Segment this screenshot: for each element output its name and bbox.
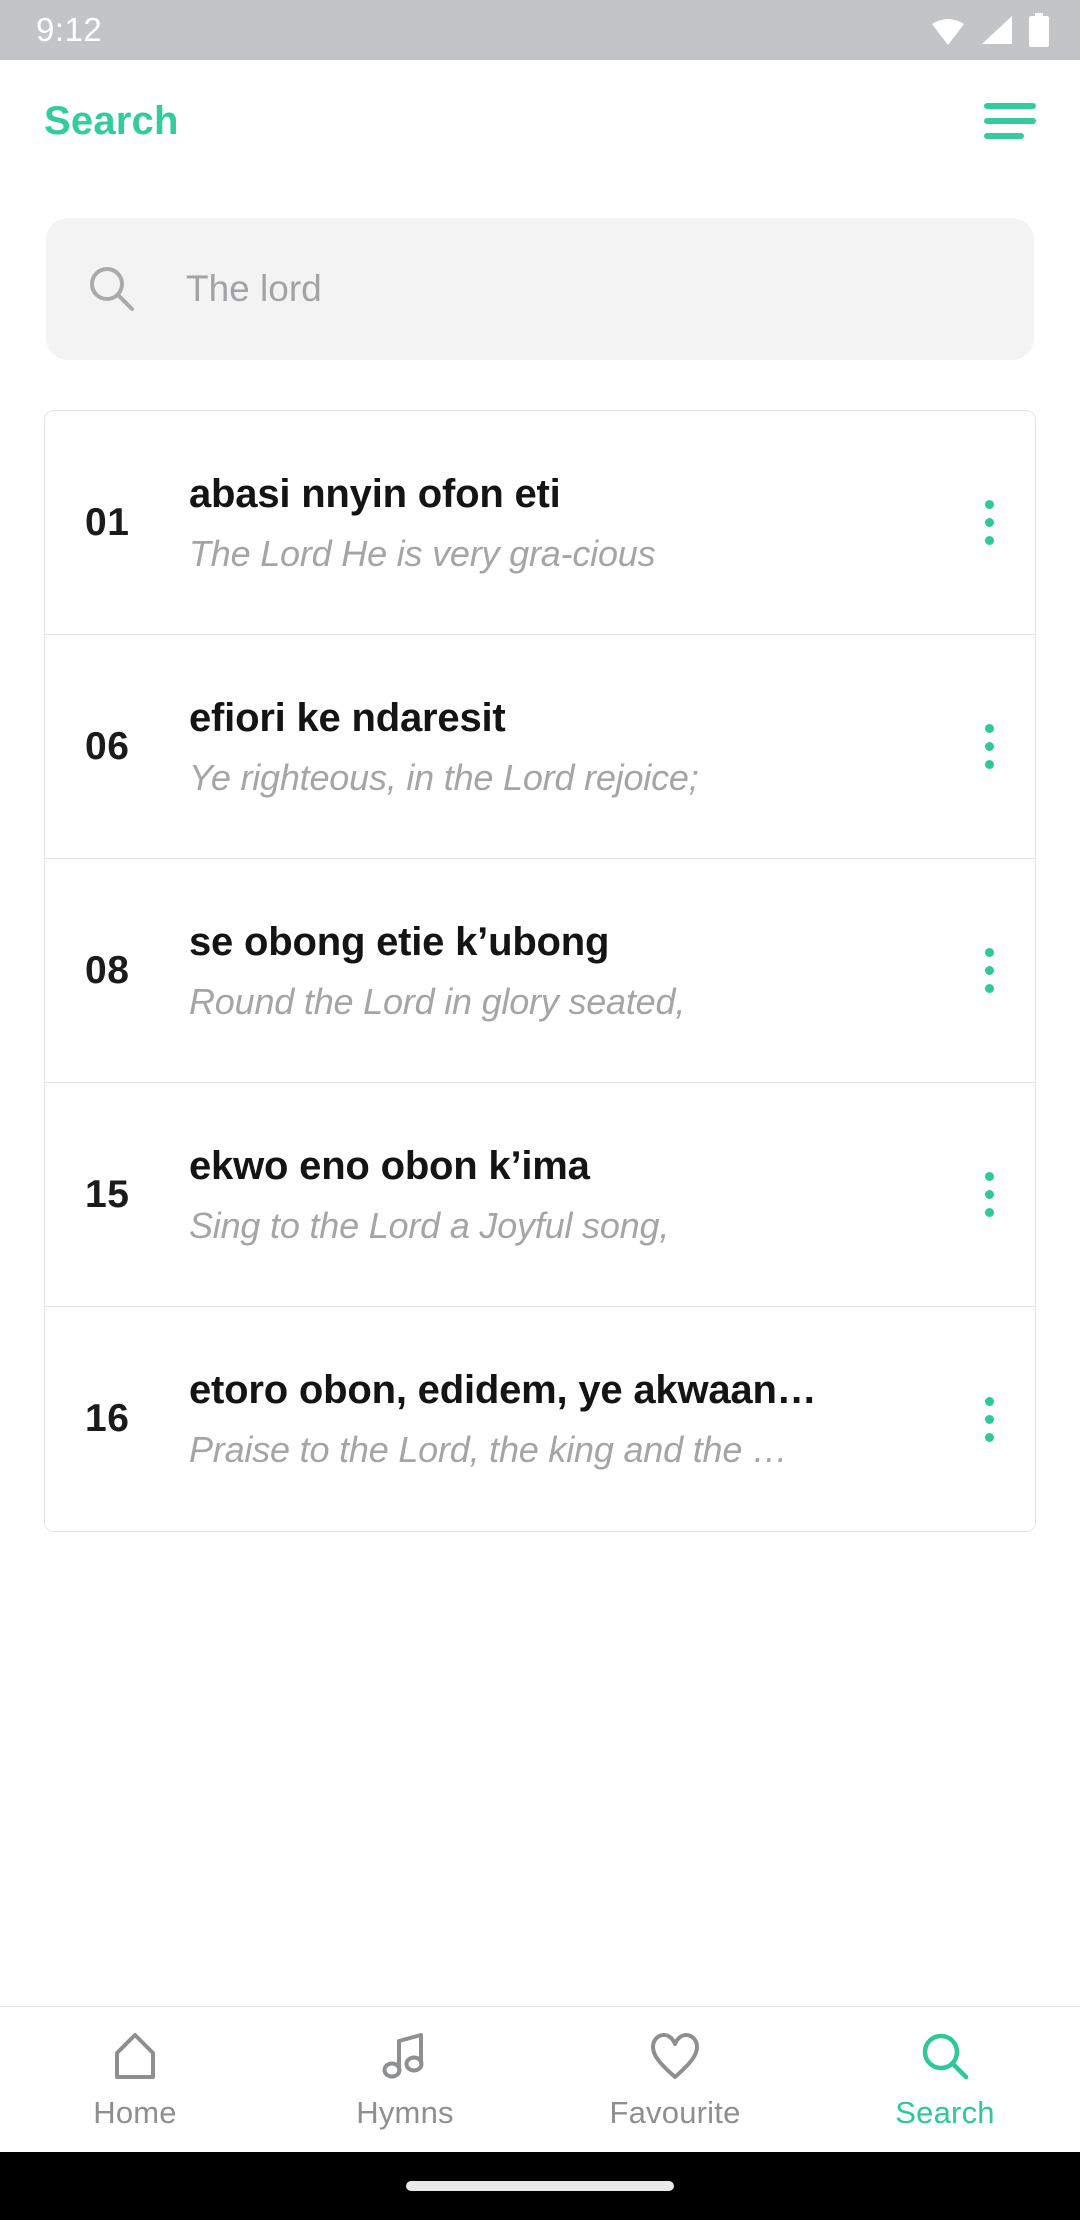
hamburger-menu-icon[interactable] xyxy=(984,103,1036,139)
table-row[interactable]: 06 efiori ke ndaresit Ye righteous, in t… xyxy=(45,635,1035,859)
hymn-number: 15 xyxy=(85,1172,130,1216)
hymn-subtitle: Praise to the Lord, the king and the … xyxy=(189,1429,788,1471)
nav-item-hymns[interactable]: Hymns xyxy=(270,2007,540,2152)
bottom-navigation: Home Hymns Favourite Search xyxy=(0,2006,1080,2152)
gesture-pill[interactable] xyxy=(406,2181,674,2191)
hymn-subtitle: Sing to the Lord a Joyful song, xyxy=(189,1204,670,1246)
hymn-number: 16 xyxy=(85,1397,130,1440)
nav-item-favourite[interactable]: Favourite xyxy=(540,2007,810,2152)
table-row[interactable]: 16 etoro obon, edidem, ye akwaan… Praise… xyxy=(45,1307,1035,1531)
hymn-number: 08 xyxy=(85,948,130,992)
home-icon xyxy=(115,2032,155,2079)
hymn-number: 01 xyxy=(85,500,130,544)
search-icon xyxy=(922,2033,969,2079)
hymn-text-block: etoro obon, edidem, ye akwaan… Praise to… xyxy=(189,1367,943,1470)
app-bar: Search xyxy=(0,60,1080,182)
nav-label-search: Search xyxy=(895,2094,995,2130)
table-row[interactable]: 15 ekwo eno obon k’ima Sing to the Lord … xyxy=(45,1083,1035,1307)
status-icon-group xyxy=(930,13,1050,47)
nav-label-home: Home xyxy=(93,2094,177,2130)
hymn-title: ekwo eno obon k’ima xyxy=(189,1143,590,1188)
hymn-subtitle: Round the Lord in glory seated, xyxy=(189,980,686,1022)
hymn-subtitle: The Lord He is very gra-cious xyxy=(189,532,656,574)
nav-item-home[interactable]: Home xyxy=(0,2007,270,2152)
page-title: Search xyxy=(44,98,179,143)
more-vertical-icon[interactable] xyxy=(943,1307,1035,1531)
music-note-icon xyxy=(382,2032,424,2078)
hymn-text-block: se obong etie k’ubong Round the Lord in … xyxy=(189,919,943,1022)
hymn-text-block: abasi nnyin ofon eti The Lord He is very… xyxy=(189,471,943,574)
more-vertical-icon[interactable] xyxy=(943,859,1035,1082)
search-input-value: The lord xyxy=(186,268,322,309)
nav-label-favourite: Favourite xyxy=(609,2094,741,2130)
hymn-title: abasi nnyin ofon eti xyxy=(189,471,561,516)
gesture-navigation-bar xyxy=(0,2152,1080,2220)
table-row[interactable]: 01 abasi nnyin ofon eti The Lord He is v… xyxy=(45,411,1035,635)
search-input[interactable]: The lord xyxy=(46,218,1034,360)
hymn-title: efiori ke ndaresit xyxy=(189,695,506,740)
hymn-subtitle: Ye righteous, in the Lord rejoice; xyxy=(189,756,699,798)
search-results-area[interactable]: 01 abasi nnyin ofon eti The Lord He is v… xyxy=(0,360,1080,2006)
search-section: The lord xyxy=(0,182,1080,360)
hymn-title: se obong etie k’ubong xyxy=(189,919,610,964)
more-vertical-icon[interactable] xyxy=(943,635,1035,858)
hymn-text-block: efiori ke ndaresit Ye righteous, in the … xyxy=(189,695,943,798)
status-clock: 9:12 xyxy=(36,11,103,48)
heart-icon xyxy=(651,2032,699,2079)
app-screen: 9:12 Search The lord 01 abasi nnyin ofon… xyxy=(0,0,1080,2220)
more-vertical-icon[interactable] xyxy=(943,411,1035,634)
more-vertical-icon[interactable] xyxy=(943,1083,1035,1306)
table-row[interactable]: 08 se obong etie k’ubong Round the Lord … xyxy=(45,859,1035,1083)
status-bar: 9:12 xyxy=(0,0,1080,60)
battery-icon xyxy=(1029,13,1049,47)
nav-label-hymns: Hymns xyxy=(356,2094,454,2130)
nav-item-search[interactable]: Search xyxy=(810,2007,1080,2152)
search-results-card: 01 abasi nnyin ofon eti The Lord He is v… xyxy=(44,410,1036,1532)
wifi-icon xyxy=(932,19,964,45)
hymn-title: etoro obon, edidem, ye akwaan… xyxy=(189,1368,817,1413)
hymn-number: 06 xyxy=(85,724,130,768)
hymn-text-block: ekwo eno obon k’ima Sing to the Lord a J… xyxy=(189,1143,943,1246)
search-icon xyxy=(90,267,134,311)
signal-icon xyxy=(982,16,1012,44)
